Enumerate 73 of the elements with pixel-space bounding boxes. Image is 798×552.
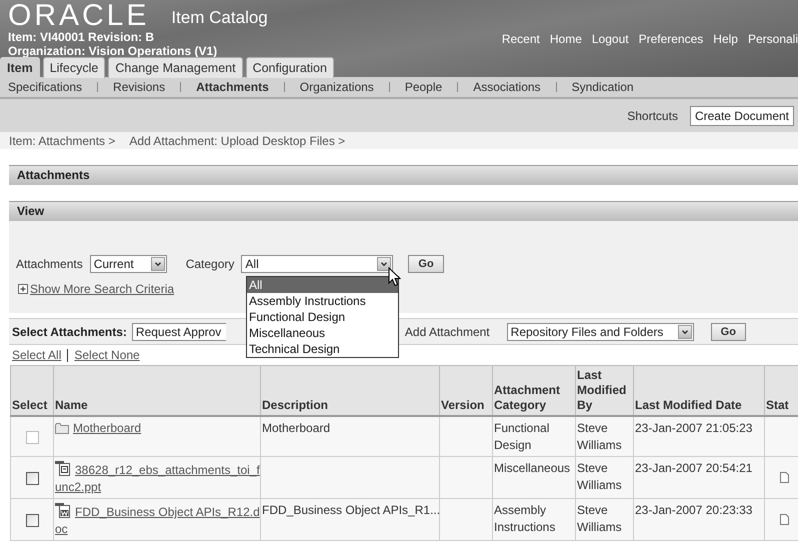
category-select[interactable]: All [241, 255, 394, 273]
column-header[interactable]: Last Modified By [576, 366, 634, 416]
attachments-select[interactable]: Current [90, 255, 167, 273]
column-header[interactable]: Attachment Category [492, 366, 576, 416]
global-link[interactable]: Personali [748, 32, 798, 46]
subtab[interactable]: Organizations [300, 80, 374, 94]
page-icon [780, 472, 789, 483]
category-label: Category [186, 257, 234, 271]
subtab[interactable]: People [404, 80, 442, 94]
description-text: Motherboard [262, 421, 330, 435]
global-link[interactable]: Preferences [638, 32, 704, 46]
global-link[interactable]: Help [713, 32, 738, 46]
dropdown-option[interactable]: Assembly Instructions [247, 293, 398, 309]
section-header: View [9, 201, 798, 221]
column-header[interactable]: Stat [764, 366, 798, 416]
section-header: Attachments [9, 165, 798, 185]
shortcuts-select[interactable]: Create Document [690, 106, 794, 126]
organization-context: Organization: Vision Operations (V1) [8, 44, 218, 58]
subtab[interactable]: Specifications [8, 80, 82, 94]
show-more-search-criteria-link[interactable]: Show More Search Criteria [30, 282, 174, 296]
select-attachments-label: Select Attachments: [12, 324, 127, 338]
column-header[interactable]: Version [440, 366, 492, 416]
row-checkbox[interactable] [26, 472, 39, 485]
dropdown-option[interactable]: Miscellaneous [247, 325, 398, 341]
expand-icon[interactable] [18, 284, 28, 294]
add-attachment-label: Add Attachment [404, 324, 490, 338]
breadcrumb-link[interactable]: Add Attachment: Upload Desktop Files > [129, 134, 346, 148]
select-attachments-select[interactable]: Request Approv [132, 322, 226, 340]
shortcuts-label: Shortcuts [627, 108, 678, 122]
breadcrumb-link[interactable]: Item: Attachments > [9, 134, 116, 148]
select-none-link[interactable]: Select None [74, 348, 140, 362]
logo: ORACLE [8, 2, 150, 30]
column-header[interactable]: Select [10, 366, 54, 416]
global-link[interactable]: Recent [502, 32, 540, 46]
page-icon [780, 514, 789, 525]
category-text: Functional Design [494, 421, 550, 452]
category-text: Assembly Instructions [494, 503, 556, 534]
subtab[interactable]: Associations [473, 80, 541, 94]
subtab[interactable]: Revisions [113, 80, 166, 94]
select-all-link[interactable]: Select All [12, 348, 62, 362]
caret-icon [150, 257, 165, 271]
caret-icon [377, 257, 392, 271]
modified-by-text: Steve Williams [577, 503, 622, 534]
attachments-label: Attachments [16, 257, 83, 271]
go-button[interactable]: Go [408, 255, 444, 273]
global-link[interactable]: Home [550, 32, 582, 46]
add-attachment-select[interactable]: Repository Files and Folders [506, 322, 694, 340]
caret-icon [678, 324, 692, 338]
global-link[interactable]: Logout [592, 32, 629, 46]
description-text: FDD_Business Object APIs_R1... [262, 503, 440, 517]
dropdown-option[interactable]: Technical Design [247, 341, 398, 357]
column-header[interactable]: Last Modified Date [634, 366, 764, 416]
subtab[interactable]: Syndication [572, 80, 634, 94]
tab[interactable]: Lifecycle [42, 57, 106, 78]
modified-by-text: Steve Williams [577, 461, 622, 492]
dropdown-option[interactable]: Functional Design [247, 309, 398, 325]
tab[interactable]: Configuration [246, 57, 334, 78]
modified-by-text: Steve Williams [577, 421, 622, 452]
tab[interactable]: Item [0, 57, 40, 78]
go-button[interactable]: Go [710, 322, 746, 340]
app-title: Item Catalog [171, 8, 268, 29]
modified-date-text: 23-Jan-2007 20:54:21 [635, 461, 752, 475]
row-checkbox[interactable] [26, 514, 39, 527]
tab[interactable]: Change Management [108, 57, 243, 78]
modified-date-text: 23-Jan-2007 21:05:23 [635, 421, 752, 435]
category-text: Miscellaneous [494, 461, 570, 475]
column-header[interactable]: Description [260, 366, 440, 416]
column-header[interactable]: Name [54, 366, 260, 416]
dropdown-option[interactable]: All [247, 277, 398, 293]
modified-date-text: 23-Jan-2007 20:23:33 [635, 503, 752, 517]
subtab[interactable]: Attachments [196, 80, 269, 94]
item-context: Item: VI40001 Revision: B [8, 30, 156, 44]
folder-icon [55, 423, 69, 434]
